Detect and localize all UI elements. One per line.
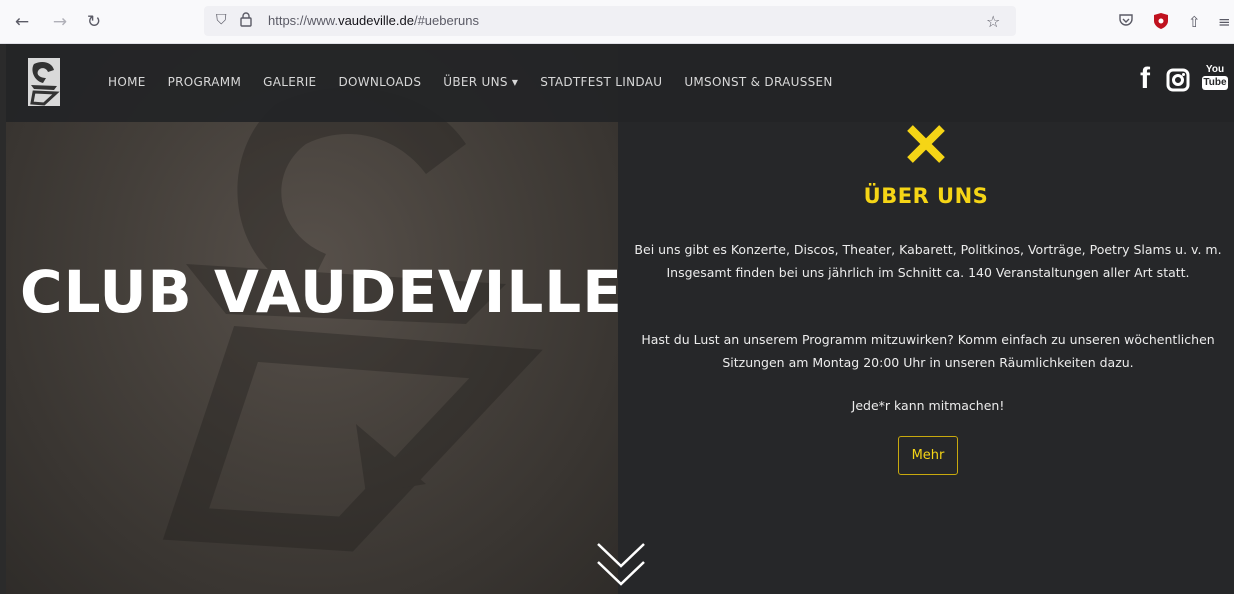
nav-item-umsonst-draussen[interactable]: UMSONST & DRAUSSEN [684, 75, 832, 89]
section-title: ÜBER UNS [863, 184, 989, 208]
about-section: ÜBER UNS Bei uns gibt es Konzerte, Disco… [618, 122, 1234, 594]
nav-item-downloads[interactable]: DOWNLOADS [338, 75, 421, 89]
about-paragraph-3: Jede*r kann mitmachen! [851, 398, 1005, 413]
hero-title: CLUB VAUDEVILLE [20, 258, 623, 326]
bookmark-star-icon[interactable]: ☆ [986, 12, 1000, 31]
dropdown-caret-icon: ▾ [511, 75, 519, 89]
share-icon[interactable]: ⇧ [1188, 12, 1201, 32]
hero-section: CLUB VAUDEVILLE [6, 44, 622, 594]
url-text[interactable]: https://www.vaudeville.de/#ueberuns [268, 13, 479, 28]
nav-item-stadtfest-lindau[interactable]: STADTFEST LINDAU [540, 75, 662, 89]
ublock-icon[interactable] [1153, 12, 1169, 35]
forward-arrow-icon[interactable]: → [50, 12, 70, 32]
reload-icon[interactable]: ↻ [84, 12, 104, 32]
facebook-icon[interactable]: f [1140, 62, 1150, 96]
scroll-down-chevron-icon[interactable] [594, 540, 648, 594]
nav-item-galerie[interactable]: GALERIE [263, 75, 316, 89]
club-logo[interactable] [28, 58, 60, 106]
nav-item-ueber-uns[interactable]: ÜBER UNS ▾ [443, 75, 518, 89]
youtube-bottom-text: Tube [1202, 76, 1228, 90]
browser-toolbar: ← → ↻ ⛉ https://www.vaudeville.de/#ueber… [0, 0, 1234, 44]
about-paragraph-1: Bei uns gibt es Konzerte, Discos, Theate… [634, 242, 1222, 280]
youtube-icon[interactable]: You Tube [1202, 64, 1228, 90]
nav-item-ueber-uns-label: ÜBER UNS [443, 75, 508, 89]
x-icon [907, 125, 945, 163]
mehr-button[interactable]: Mehr [898, 436, 958, 475]
web-page: CLUB VAUDEVILLE HOME PROGRAMM GALERIE DO… [6, 44, 1234, 594]
pocket-icon[interactable] [1118, 12, 1134, 33]
about-paragraph-2: Hast du Lust an unserem Programm mitzuwi… [641, 332, 1215, 370]
site-navbar: HOME PROGRAMM GALERIE DOWNLOADS ÜBER UNS… [6, 44, 1234, 122]
nav-item-programm[interactable]: PROGRAMM [168, 75, 242, 89]
instagram-icon[interactable] [1166, 68, 1190, 96]
nav-item-home[interactable]: HOME [108, 75, 146, 89]
back-arrow-icon[interactable]: ← [12, 12, 32, 32]
address-bar[interactable]: ⛉ https://www.vaudeville.de/#ueberuns ☆ [204, 6, 1016, 36]
lock-icon[interactable] [240, 12, 252, 31]
main-menu: HOME PROGRAMM GALERIE DOWNLOADS ÜBER UNS… [108, 75, 855, 89]
youtube-top-text: You [1205, 64, 1225, 75]
menu-icon[interactable]: ≡ [1218, 12, 1231, 32]
shield-icon[interactable]: ⛉ [216, 12, 227, 28]
